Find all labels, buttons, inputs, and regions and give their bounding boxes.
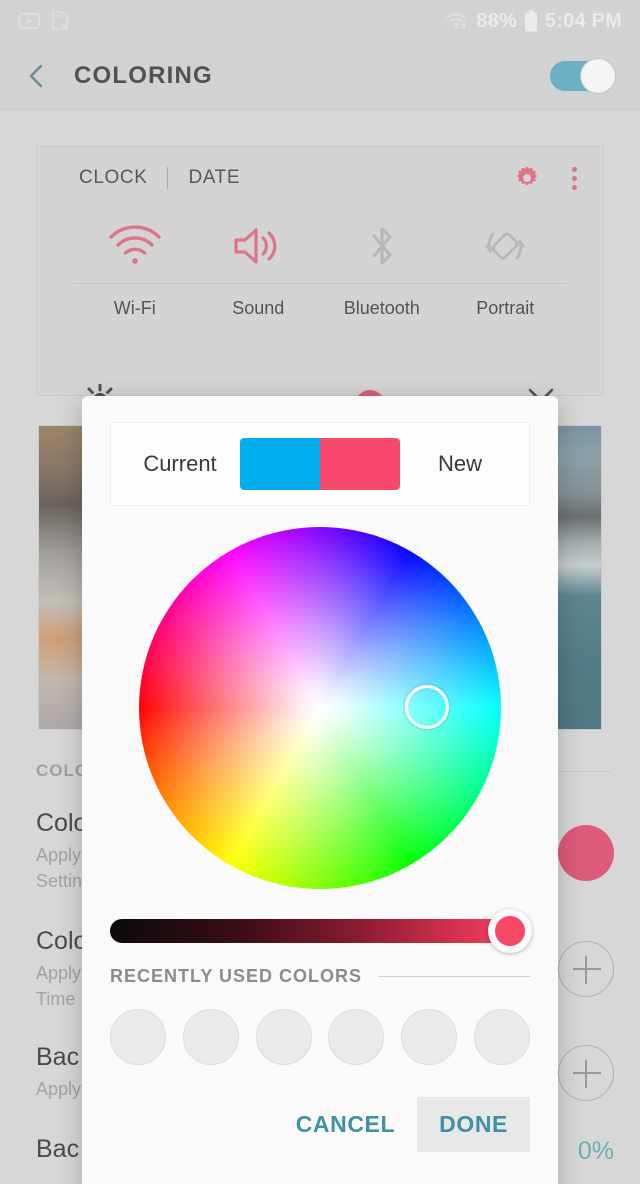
recent-color-swatch[interactable]: [328, 1009, 385, 1065]
new-color-label: New: [437, 451, 482, 476]
recently-used-swatch-row: [110, 1009, 530, 1065]
current-new-swatch: [240, 438, 400, 490]
recent-color-swatch[interactable]: [401, 1009, 458, 1065]
cancel-button[interactable]: CANCEL: [274, 1097, 417, 1152]
brightness-slider[interactable]: [110, 908, 532, 954]
color-wheel-cursor[interactable]: [405, 685, 449, 729]
list-item[interactable]: Colo Apply Time: [36, 927, 87, 1012]
tab-clock[interactable]: CLOCK: [79, 167, 147, 189]
recent-color-swatch[interactable]: [110, 1009, 166, 1065]
list-item-title: Colo: [36, 809, 88, 837]
qs-tile-portrait[interactable]: Portrait: [443, 209, 567, 319]
list-item[interactable]: Colo Apply Settin: [36, 809, 87, 894]
list-item[interactable]: Bac: [36, 1135, 79, 1164]
tab-divider: [167, 167, 169, 189]
done-button[interactable]: DONE: [417, 1097, 530, 1152]
qs-tile-bluetooth[interactable]: Bluetooth: [320, 209, 444, 319]
gear-icon[interactable]: [514, 165, 540, 191]
bluetooth-icon: [364, 209, 400, 283]
list-item-title: Bac: [36, 1135, 80, 1163]
current-color-chip: [240, 438, 320, 490]
list-item-title: Colo: [36, 927, 88, 955]
brightness-slider-thumb[interactable]: [488, 909, 532, 953]
youtube-play-icon: [18, 13, 40, 29]
qs-tile-wifi[interactable]: Wi-Fi: [73, 209, 197, 319]
qs-tile-sound[interactable]: Sound: [196, 209, 320, 319]
add-color-button[interactable]: [558, 941, 614, 997]
battery-percent-label: 88%: [476, 9, 517, 32]
toggle-knob: [580, 57, 616, 94]
color-picker-dialog: Current New RECENTLY USED COLORS CANCEL …: [82, 396, 558, 1184]
qs-tile-label: Portrait: [476, 298, 535, 318]
recent-color-swatch[interactable]: [473, 1009, 530, 1065]
color-preview-box: Current New: [110, 422, 530, 506]
phone-screen: 88% 5:04 PM COLORING CLOCK DATE Wi-Fi So…: [0, 0, 640, 1184]
list-item-subtitle-2: Settin: [36, 871, 83, 892]
list-item[interactable]: Bac Apply: [36, 1043, 81, 1102]
color-swatch-circle[interactable]: [558, 825, 614, 881]
quick-settings-header-icons: [514, 165, 577, 191]
list-item-subtitle: Apply: [36, 1079, 82, 1099]
recent-color-swatch[interactable]: [182, 1009, 239, 1065]
recently-used-title: RECENTLY USED COLORS: [110, 966, 363, 986]
app-bar: COLORING: [0, 42, 640, 110]
qs-tile-label: Wi-Fi: [113, 298, 156, 318]
recent-color-swatch[interactable]: [255, 1009, 312, 1065]
status-bar-left-icons: [18, 11, 70, 31]
quick-settings-preview-panel: CLOCK DATE Wi-Fi Sound Bluetooth Portrai…: [36, 146, 604, 396]
list-item-title: Bac: [36, 1043, 80, 1071]
list-item-subtitle: Apply: [36, 963, 82, 983]
status-bar: 88% 5:04 PM: [0, 0, 640, 42]
clock-label: 5:04 PM: [545, 9, 622, 32]
sound-icon: [232, 209, 284, 283]
color-wheel-area: [110, 522, 530, 894]
quick-settings-tiles: Wi-Fi Sound Bluetooth Portrait: [37, 209, 603, 319]
add-color-button[interactable]: [558, 1045, 614, 1101]
status-bar-right: 88% 5:04 PM: [445, 10, 622, 33]
list-item-subtitle: Apply: [36, 845, 82, 865]
quick-settings-header: CLOCK DATE: [37, 147, 603, 209]
auto-rotate-icon: [481, 209, 529, 283]
master-toggle-switch[interactable]: [550, 57, 616, 94]
qs-tile-label: Bluetooth: [343, 298, 420, 318]
back-chevron-icon[interactable]: [24, 63, 50, 89]
opacity-percent-label: 0%: [577, 1137, 614, 1165]
recently-used-divider: [378, 976, 530, 977]
current-color-label: Current: [143, 451, 217, 476]
dialog-action-bar: CANCEL DONE: [110, 1097, 530, 1152]
kebab-menu-icon[interactable]: [572, 166, 577, 190]
tab-date[interactable]: DATE: [188, 167, 240, 189]
brightness-slider-track: [110, 919, 530, 943]
battery-icon: [525, 10, 537, 32]
wifi-transfer-icon: [446, 13, 467, 30]
page-title: COLORING: [74, 61, 213, 89]
qs-tile-label: Sound: [232, 298, 285, 318]
new-color-chip: [320, 438, 400, 490]
recently-used-header: RECENTLY USED COLORS: [110, 966, 530, 987]
wifi-icon: [108, 209, 162, 283]
sd-card-error-icon: [52, 11, 68, 30]
list-item-subtitle-2: Time: [36, 989, 76, 1010]
